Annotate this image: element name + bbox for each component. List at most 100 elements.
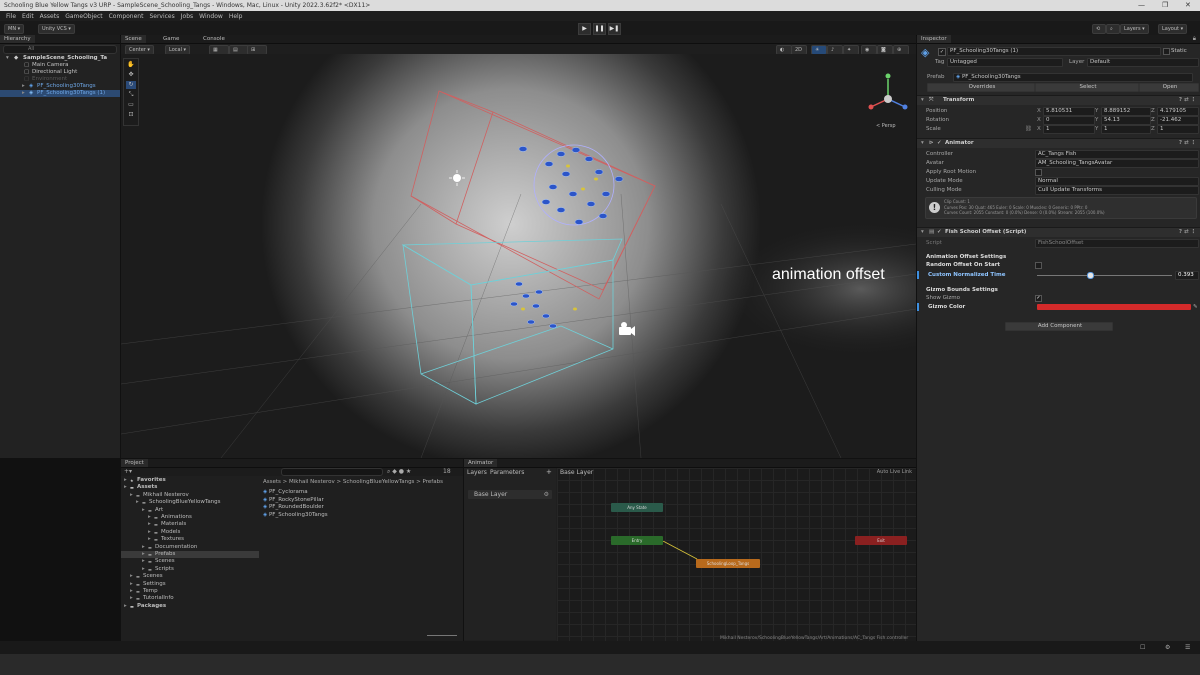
tab-inspector[interactable]: Inspector xyxy=(917,35,951,43)
custom-time-value[interactable]: 0.393 xyxy=(1175,271,1199,280)
hierarchy-item-main-camera[interactable]: ▢ Main Camera xyxy=(0,62,120,69)
hierarchy-item-directional-light[interactable]: ▢ Directional Light xyxy=(0,69,120,76)
add-icon[interactable]: +▾ xyxy=(124,468,132,475)
layer-settings-icon[interactable]: ⚙ xyxy=(544,490,549,499)
project-breadcrumb[interactable]: Assets > Mikhail Nesterov > SchoolingBlu… xyxy=(259,478,467,486)
update-mode-dropdown[interactable]: Normal xyxy=(1035,177,1199,186)
project-tree-item[interactable]: ▸ ▬ Scenes xyxy=(121,558,259,565)
project-tree-item[interactable]: ▸ ▬ Scenes xyxy=(121,573,259,580)
expand-arrow-icon[interactable]: ▸ xyxy=(142,507,145,514)
filter-icons[interactable]: ⌕ ◆ ● ★ xyxy=(387,468,411,476)
layers-dropdown[interactable]: Layers ▾ xyxy=(1120,24,1149,34)
project-tree-item[interactable]: ▸ ▬ Models xyxy=(121,529,259,536)
account-dropdown[interactable]: MN ▾ xyxy=(4,24,25,34)
controller-field[interactable]: AC_Tangs Fish xyxy=(1035,150,1199,159)
expand-arrow-icon[interactable]: ▸ xyxy=(124,603,127,610)
scale-tool-icon[interactable]: ⤡ xyxy=(126,91,136,99)
fish-school-header[interactable]: ▾ ▤ ✓ Fish School Offset (Script) ? ⇄ ⋮ xyxy=(917,227,1200,237)
expand-arrow-icon[interactable]: ▸ xyxy=(130,588,133,595)
step-icon[interactable]: ▶❚ xyxy=(608,23,621,35)
show-gizmo-checkbox[interactable]: ✓ xyxy=(1035,295,1042,302)
status-icon-1[interactable]: ☐ xyxy=(1140,644,1145,651)
scene-viewport[interactable]: < Persp animation offset xyxy=(121,54,916,458)
custom-time-slider-track[interactable] xyxy=(1037,274,1172,276)
project-tree-item[interactable]: ▸ ▬ Documentation xyxy=(121,544,259,551)
menu-gameobject[interactable]: GameObject xyxy=(65,13,102,20)
expand-arrow-icon[interactable]: ▸ xyxy=(130,581,133,588)
entry-node[interactable]: Entry xyxy=(611,536,663,545)
script-enabled-check[interactable]: ✓ xyxy=(937,228,942,237)
tab-scene[interactable]: Scene xyxy=(121,35,146,43)
auto-live-link[interactable]: Auto Live Link xyxy=(877,469,912,475)
component-menu-icon[interactable]: ? ⇄ ⋮ xyxy=(1179,228,1196,237)
menu-file[interactable]: File xyxy=(6,13,16,20)
animator-header[interactable]: ▾ ⊳ ✓ Animator ? ⇄ ⋮ xyxy=(917,138,1200,148)
object-name-field[interactable]: PF_Schooling30Tangs (1) xyxy=(947,47,1161,56)
persp-label[interactable]: < Persp xyxy=(876,123,896,129)
menu-services[interactable]: Services xyxy=(149,13,174,20)
position-y[interactable]: 8.889152 xyxy=(1101,107,1151,116)
eyedropper-icon[interactable]: ✎ xyxy=(1193,303,1198,311)
history-icon[interactable]: ⟲ xyxy=(1092,24,1106,34)
component-menu-icon[interactable]: ? ⇄ ⋮ xyxy=(1179,96,1196,105)
position-x[interactable]: 5.810531 xyxy=(1043,107,1095,116)
select-button[interactable]: Select xyxy=(1035,83,1139,92)
custom-time-slider-handle[interactable] xyxy=(1087,272,1095,279)
scene-view[interactable]: Scene Game Console Center ▾ Local ▾ ▦ ▤ … xyxy=(121,35,916,458)
rotation-x[interactable]: 0 xyxy=(1043,116,1095,125)
minimize-button[interactable]: — xyxy=(1138,1,1145,9)
active-checkbox[interactable]: ✓ xyxy=(938,48,946,56)
expand-arrow-icon[interactable]: ▸ xyxy=(124,477,127,484)
overrides-dropdown[interactable]: Overrides xyxy=(927,83,1035,92)
menu-assets[interactable]: Assets xyxy=(40,13,60,20)
expand-arrow-icon[interactable]: ▸ xyxy=(130,595,133,602)
search-icon[interactable]: ⌕ xyxy=(1106,24,1120,34)
component-menu-icon[interactable]: ? ⇄ ⋮ xyxy=(1179,139,1196,148)
pause-icon[interactable]: ❚❚ xyxy=(593,23,606,35)
move-tool-icon[interactable]: ✥ xyxy=(126,71,136,79)
scale-x[interactable]: 1 xyxy=(1043,125,1095,134)
project-tree-item[interactable]: ▸ ▬ Settings xyxy=(121,581,259,588)
menu-jobs[interactable]: Jobs xyxy=(181,13,193,20)
tab-console[interactable]: Console xyxy=(199,35,229,43)
expand-arrow-icon[interactable]: ▸ xyxy=(124,484,127,491)
project-tree-item[interactable]: ▸ ▬ TutorialInfo xyxy=(121,595,259,602)
project-tree-item[interactable]: ▸ ▬ Animations xyxy=(121,514,259,521)
project-tree-item[interactable]: ▸ ▬ Textures xyxy=(121,536,259,543)
prefab-field[interactable]: ◈ PF_Schooling30Tangs xyxy=(953,73,1193,82)
static-checkbox[interactable] xyxy=(1163,48,1170,55)
expand-arrow-icon[interactable]: ▸ xyxy=(130,573,133,580)
rotation-y[interactable]: 54.13 xyxy=(1101,116,1151,125)
project-file-item[interactable]: ◈ PF_Cyclorama xyxy=(263,489,308,496)
vcs-dropdown[interactable]: Unity VCS ▾ xyxy=(38,24,75,34)
transform-tool-icon[interactable]: ⊡ xyxy=(126,111,136,119)
tab-game[interactable]: Game xyxy=(159,35,183,43)
tab-animator[interactable]: Animator xyxy=(464,459,498,467)
tag-dropdown[interactable]: Untagged xyxy=(947,58,1063,67)
project-tree-item[interactable]: ▸ ▬ SchoolingBlueYellowTangs xyxy=(121,499,259,506)
open-button[interactable]: Open xyxy=(1139,83,1199,92)
project-tree-item[interactable]: ▸ ▬ Temp xyxy=(121,588,259,595)
scale-z[interactable]: 1 xyxy=(1157,125,1199,134)
add-layer-icon[interactable]: + xyxy=(546,468,552,476)
transform-header[interactable]: ▾ ⤧ Transform ? ⇄ ⋮ xyxy=(917,95,1200,105)
close-button[interactable]: ✕ xyxy=(1185,1,1191,9)
animator-graph[interactable]: Base Layer Auto Live Link Any State Entr… xyxy=(557,468,916,641)
hierarchy-search[interactable]: All xyxy=(3,45,117,54)
project-tree-item[interactable]: ▸ ▬ Mikhail Nesterov xyxy=(121,492,259,499)
hand-tool-icon[interactable]: ✋ xyxy=(126,61,136,69)
hierarchy-item-scene[interactable]: ▾ ◆ SampleScene_Schooling_Ta xyxy=(0,55,120,62)
expand-arrow-icon[interactable]: ▸ xyxy=(142,558,145,565)
project-tree-item[interactable]: ▸ ▬ Materials xyxy=(121,521,259,528)
hierarchy-item-prefab[interactable]: ▸ ◈ PF_Schooling30Tangs xyxy=(0,83,120,90)
expand-arrow-icon[interactable]: ▸ xyxy=(130,492,133,499)
zoom-slider[interactable] xyxy=(427,635,457,636)
tab-project[interactable]: Project xyxy=(121,459,148,467)
add-component-button[interactable]: Add Component xyxy=(1005,322,1113,331)
project-search-input[interactable] xyxy=(281,468,383,476)
rotate-tool-icon[interactable]: ↻ xyxy=(126,81,136,89)
rotation-z[interactable]: -21.462 xyxy=(1157,116,1199,125)
project-tree-item[interactable]: ▸ ★ Favorites xyxy=(121,477,259,484)
hierarchy-item-environment[interactable]: ▢ Environment xyxy=(0,76,120,83)
project-file-item[interactable]: ◈ PF_RoundedBoulder xyxy=(263,504,324,511)
